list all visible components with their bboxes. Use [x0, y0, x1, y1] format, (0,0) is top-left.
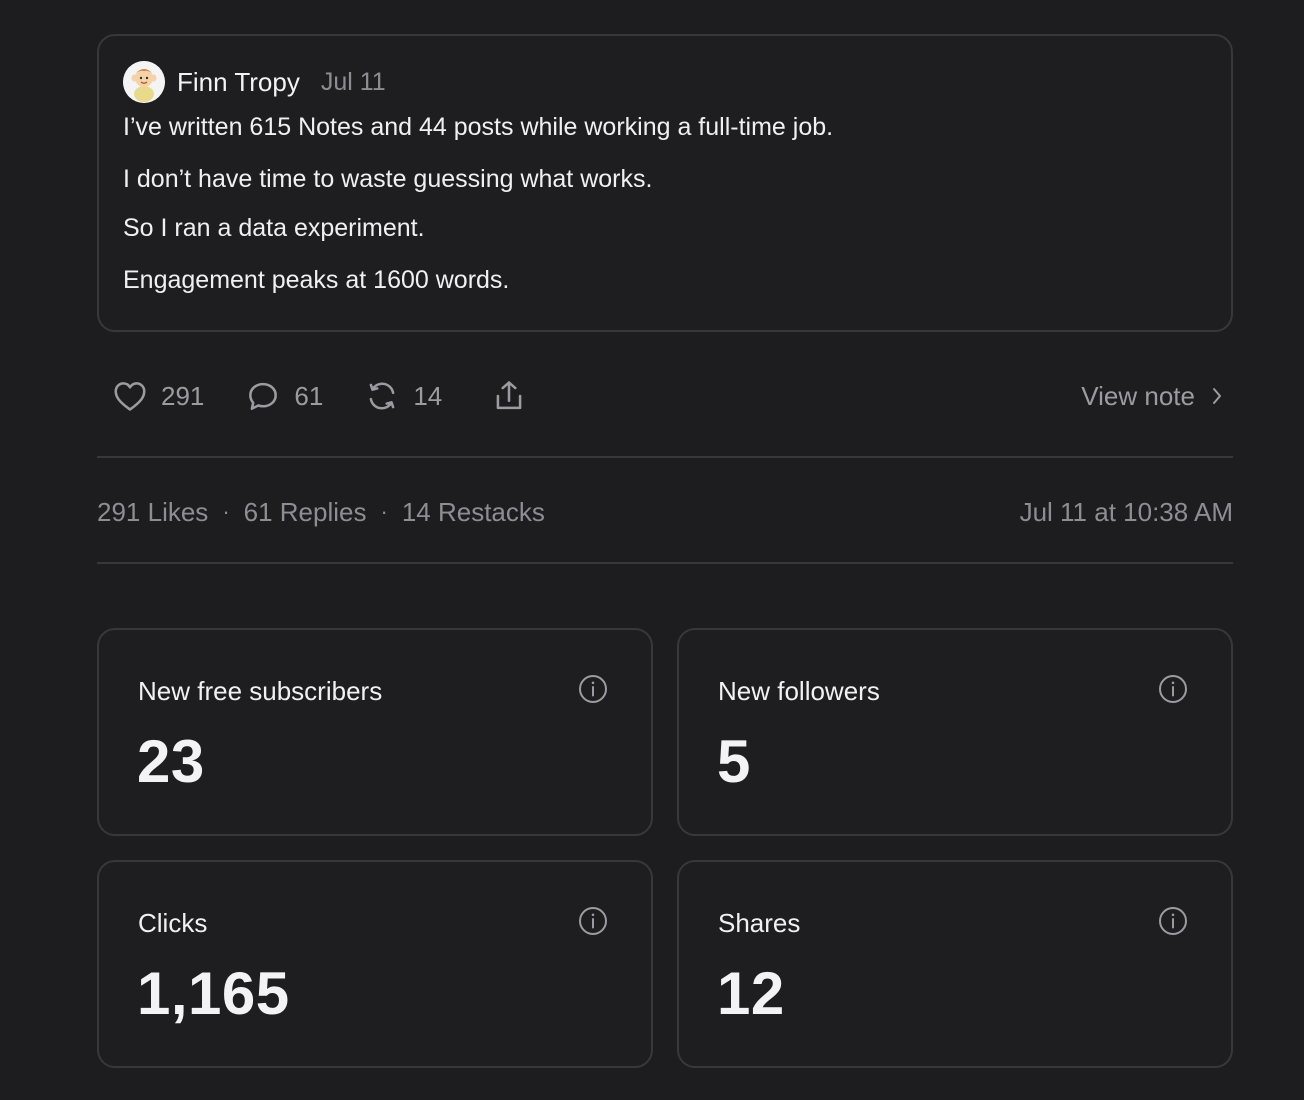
like-count: 291: [161, 380, 205, 411]
reply-count: 61: [294, 380, 324, 411]
info-icon[interactable]: [1157, 905, 1189, 937]
metric-card-shares: Shares 12: [677, 860, 1233, 1068]
share-icon: [496, 381, 522, 410]
metric-label: New followers: [718, 676, 880, 706]
metric-value: 23: [137, 728, 205, 795]
likes-summary[interactable]: 291 Likes: [97, 497, 208, 528]
reply-button[interactable]: 61: [244, 377, 323, 415]
separator-dot: ·: [222, 499, 230, 524]
restack-button[interactable]: 14: [363, 377, 442, 415]
metric-value: 12: [717, 960, 785, 1027]
chevron-right-icon: [1213, 388, 1221, 404]
metric-value: 1,165: [137, 960, 290, 1027]
cartoon-avatar-icon: [123, 61, 165, 103]
divider: [97, 456, 1233, 458]
note-actions: 291 61 14 View note: [97, 370, 1233, 422]
engagement-summary: 291 Likes · 61 Replies · 14 Restacks Jul…: [97, 490, 1233, 534]
author-name[interactable]: Finn Tropy: [177, 67, 300, 98]
comment-icon: [249, 382, 278, 410]
metric-card-new-followers: New followers 5: [677, 628, 1233, 836]
note-line: I don’t have time to waste guessing what…: [123, 165, 653, 193]
replies-summary[interactable]: 61 Replies: [244, 497, 367, 528]
metric-label: Clicks: [138, 908, 208, 938]
info-icon[interactable]: [1157, 673, 1189, 705]
note-card[interactable]: Finn Tropy Jul 11 I’ve written 615 Notes…: [97, 34, 1233, 332]
author-avatar[interactable]: [123, 61, 165, 103]
view-note-link[interactable]: View note: [1081, 381, 1233, 412]
note-line: Engagement peaks at 1600 words.: [123, 266, 510, 294]
like-button[interactable]: 291: [111, 377, 204, 415]
restacks-summary[interactable]: 14 Restacks: [402, 497, 545, 528]
restack-count: 14: [413, 380, 443, 411]
restack-icon: [369, 382, 395, 410]
note-line: I’ve written 615 Notes and 44 posts whil…: [123, 113, 834, 141]
metric-card-clicks: Clicks 1,165: [97, 860, 653, 1068]
note-line: So I ran a data experiment.: [123, 214, 425, 242]
heart-icon: [114, 382, 146, 411]
share-button[interactable]: [490, 377, 528, 415]
metric-label: Shares: [718, 908, 801, 938]
view-note-label: View note: [1081, 380, 1195, 411]
info-icon[interactable]: [577, 905, 609, 937]
metric-value: 5: [717, 728, 751, 795]
note-body: I’ve written 615 Notes and 44 posts whil…: [123, 112, 1207, 295]
note-timestamp: Jul 11 at 10:38 AM: [1019, 496, 1233, 527]
separator-dot: ·: [380, 499, 388, 524]
metric-card-new-free-subscribers: New free subscribers 23: [97, 628, 653, 836]
metric-label: New free subscribers: [138, 676, 383, 706]
note-date: Jul 11: [320, 67, 386, 96]
info-icon[interactable]: [577, 673, 609, 705]
divider: [97, 562, 1233, 564]
note-header: Finn Tropy Jul 11: [123, 60, 1207, 104]
